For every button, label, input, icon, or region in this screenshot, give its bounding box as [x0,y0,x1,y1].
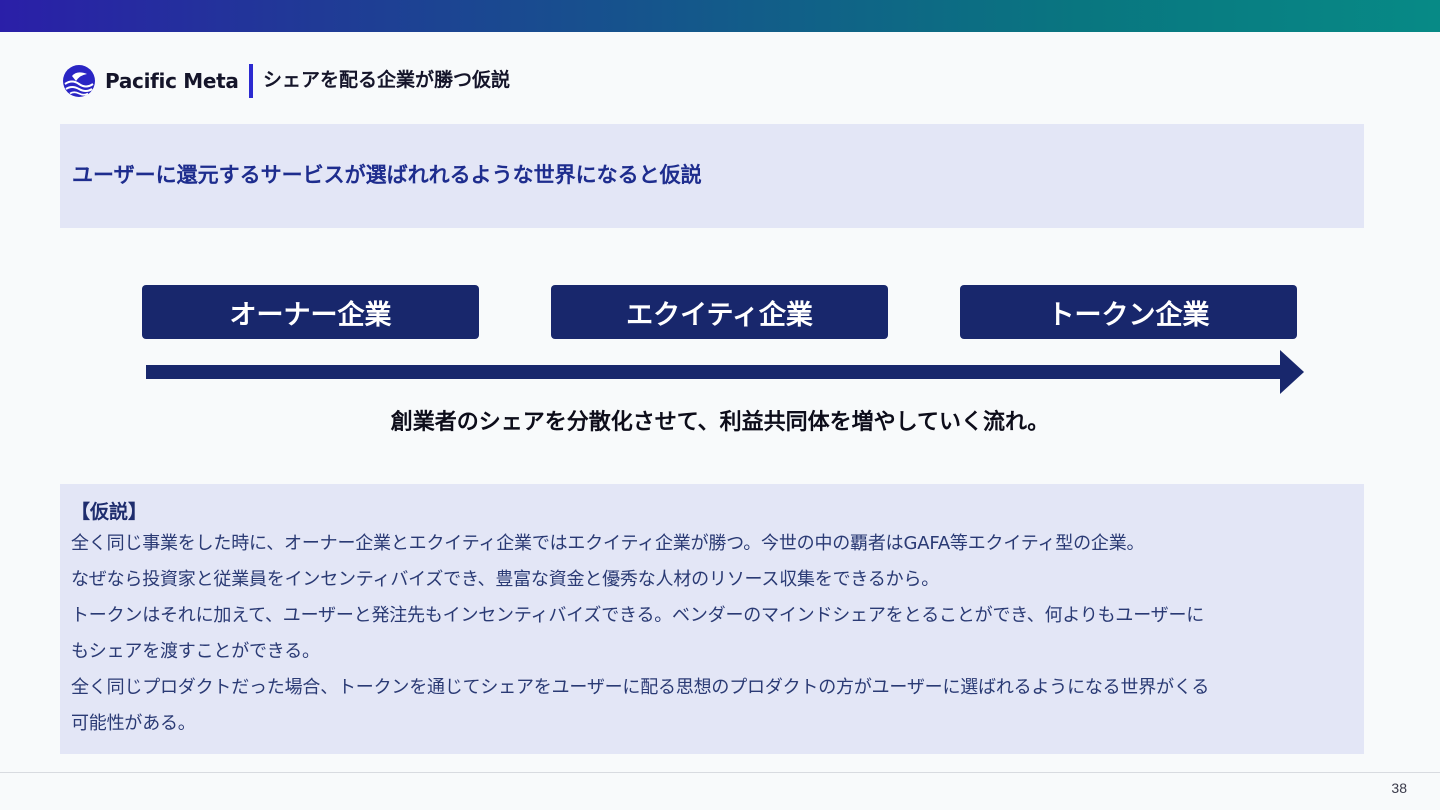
hypothesis-banner-text: ユーザーに還元するサービスが選ばれれるような世界になると仮説 [72,163,702,187]
stage-label: エクイティ企業 [626,299,813,331]
brand: Pacific Meta [62,64,239,98]
hypothesis-banner: ユーザーに還元するサービスが選ばれれるような世界になると仮説 [60,124,1364,228]
stage-label: オーナー企業 [229,299,392,331]
top-gradient-bar [0,0,1440,32]
footer-divider [0,772,1440,773]
brand-name: Pacific Meta [105,69,239,93]
page-number: 38 [1391,780,1407,796]
page-title: シェアを配る企業が勝つ仮説 [263,69,511,91]
stage-label: トークン企業 [1047,299,1210,331]
detail-line: 全く同じプロダクトだった場合、トークンを通じてシェアをユーザーに配る思想のプロダ… [71,677,1210,698]
hypothesis-detail-box: 【仮説】 全く同じ事業をした時に、オーナー企業とエクイティ企業ではエクイティ企業… [60,484,1364,754]
stage-owner-company: オーナー企業 [142,285,479,339]
title-separator [249,64,253,98]
stage-token-company: トークン企業 [960,285,1297,339]
detail-line: なぜなら投資家と従業員をインセンティバイズでき、豊富な資金と優秀な人材のリソース… [71,569,940,590]
detail-line: もシェアを渡すことができる。 [71,641,320,662]
stage-equity-company: エクイティ企業 [551,285,888,339]
detail-line: 可能性がある。 [71,713,196,734]
detail-line: トークンはそれに加えて、ユーザーと発注先もインセンティバイズできる。ベンダーのマ… [71,605,1205,626]
detail-line: 全く同じ事業をした時に、オーナー企業とエクイティ企業ではエクイティ企業が勝つ。今… [71,533,1145,554]
pacific-meta-logo-icon [63,65,95,97]
flow-caption: 創業者のシェアを分散化させて、利益共同体を増やしていく流れ。 [390,410,1050,435]
arrow-right-icon [146,350,1304,394]
detail-heading: 【仮説】 [71,501,148,523]
